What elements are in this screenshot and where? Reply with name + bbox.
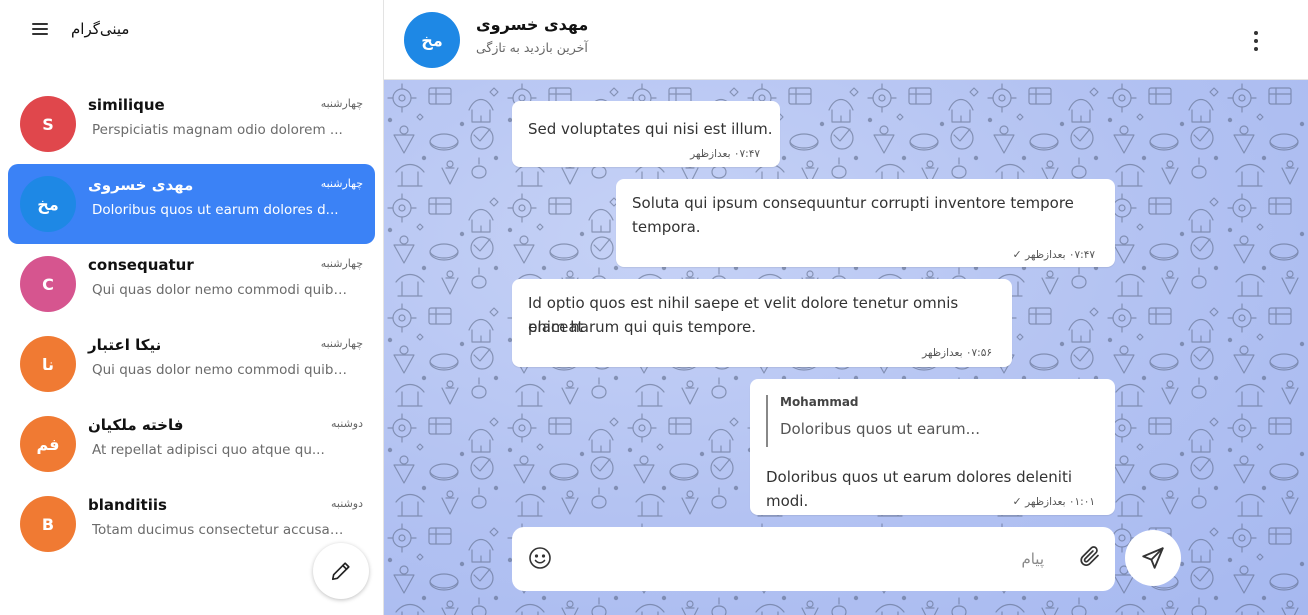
chat-date: چهارشنبه	[320, 177, 363, 190]
chat-name: consequatur	[88, 256, 194, 274]
chat-item[interactable]: S similique چهارشنبه Perspiciatis magnam…	[8, 84, 375, 164]
reply-text: Doloribus quos ut earum...	[780, 420, 980, 438]
avatar: نا	[20, 336, 76, 392]
chat-preview: Qui quas dolor nemo commodi quibu...	[92, 282, 352, 298]
chat-name: blanditiis	[88, 496, 167, 514]
compose-button[interactable]	[313, 543, 369, 599]
message-text: enim harum qui quis tempore.	[528, 318, 757, 336]
message-bubble[interactable]: Id optio quos est nihil saepe et velit d…	[512, 279, 1012, 367]
chat-date: دوشنبه	[331, 417, 363, 430]
message-input[interactable]	[564, 543, 1044, 575]
chat-name: نیکا اعتبار	[88, 336, 162, 354]
message-bubble[interactable]: Sed voluptates qui nisi est illum. ۰۷:۴۷…	[512, 101, 780, 167]
reply-author: Mohammad	[780, 395, 859, 409]
chat-preview: Totam ducimus consectetur accusam...	[92, 522, 352, 538]
message-text: tempora.	[632, 218, 701, 236]
avatar: S	[20, 96, 76, 152]
pencil-icon	[331, 562, 350, 581]
more-vert-icon[interactable]	[1244, 30, 1268, 52]
chat-preview: Doloribus quos ut earum dolores d...	[92, 202, 339, 218]
message-time: ۰۷:۴۷ بعدازظهر	[690, 148, 760, 160]
chat-preview: At repellat adipisci quo atque qu...	[92, 442, 325, 458]
message-text: Sed voluptates qui nisi est illum.	[528, 120, 773, 138]
paperclip-icon[interactable]	[1078, 543, 1104, 571]
message-composer	[512, 527, 1115, 591]
avatar: B	[20, 496, 76, 552]
chat-name: فاخته ملکیان	[88, 416, 184, 434]
read-check-icon: ✓	[1012, 495, 1022, 508]
avatar[interactable]: مخ	[404, 12, 460, 68]
send-icon	[1142, 547, 1164, 569]
chat-name: similique	[88, 96, 165, 114]
reply-quote[interactable]: Mohammad Doloribus quos ut earum...	[766, 395, 1096, 447]
avatar: فم	[20, 416, 76, 472]
message-time: ۰۷:۴۷ بعدازظهر	[1025, 249, 1095, 261]
chat-name: مهدی خسروی	[88, 176, 194, 194]
chat-item[interactable]: C consequatur چهارشنبه Qui quas dolor ne…	[8, 244, 375, 324]
message-text: Soluta qui ipsum consequuntur corrupti i…	[632, 194, 1074, 212]
avatar: C	[20, 256, 76, 312]
chat-date: چهارشنبه	[320, 257, 363, 270]
last-seen-status: آخرین بازدید به تازگی	[476, 40, 588, 55]
chat-header: مخ مهدی خسروی آخرین بازدید به تازگی	[384, 0, 1308, 80]
chat-preview: Perspiciatis magnam odio dolorem ...	[92, 122, 343, 138]
chat-date: دوشنبه	[331, 497, 363, 510]
sidebar-header: مینی‌گرام	[0, 0, 383, 62]
chat-list-sidebar: مینی‌گرام S similique چهارشنبه Perspicia…	[0, 0, 384, 615]
message-bubble[interactable]: Mohammad Doloribus quos ut earum... Dolo…	[750, 379, 1115, 515]
app-title: مینی‌گرام	[71, 20, 130, 38]
hamburger-icon[interactable]	[28, 20, 52, 42]
read-check-icon: ✓	[1012, 248, 1022, 261]
chat-item[interactable]: فم فاخته ملکیان دوشنبه At repellat adipi…	[8, 404, 375, 484]
chat-item-active[interactable]: مخ مهدی خسروی چهارشنبه Doloribus quos ut…	[8, 164, 375, 244]
message-time: ۰۱:۰۱ بعدازظهر	[1025, 496, 1095, 508]
message-bubble[interactable]: Soluta qui ipsum consequuntur corrupti i…	[616, 179, 1115, 267]
smiley-icon[interactable]	[528, 546, 552, 570]
chat-item[interactable]: نا نیکا اعتبار چهارشنبه Qui quas dolor n…	[8, 324, 375, 404]
chat-preview: Qui quas dolor nemo commodi quibu...	[92, 362, 352, 378]
contact-name[interactable]: مهدی خسروی	[476, 15, 588, 34]
send-button[interactable]	[1125, 530, 1181, 586]
chat-date: چهارشنبه	[320, 337, 363, 350]
chat-date: چهارشنبه	[320, 97, 363, 110]
avatar: مخ	[20, 176, 76, 232]
message-time: ۰۷:۵۶ بعدازظهر	[922, 347, 992, 359]
